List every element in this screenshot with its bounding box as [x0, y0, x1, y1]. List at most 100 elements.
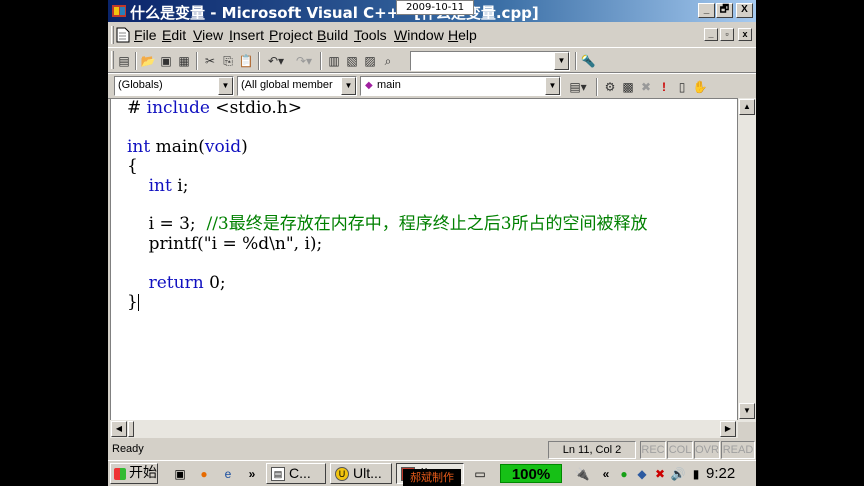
members-combo[interactable]: (All global member ▼ [237, 76, 357, 96]
scroll-thumb[interactable] [128, 421, 134, 437]
code-token: h [276, 98, 288, 118]
scroll-up-icon[interactable]: ▲ [739, 99, 755, 115]
code-token: n [274, 233, 286, 254]
volume-icon[interactable]: 🔊 [670, 466, 686, 482]
firefox-icon[interactable]: ● [196, 466, 212, 482]
code-line[interactable] [127, 254, 648, 273]
quicklaunch-more-icon[interactable]: » [244, 466, 260, 482]
zoom-percent[interactable]: 100% [500, 464, 562, 483]
tray-more-icon[interactable]: « [598, 466, 614, 482]
visual-cpp-icon[interactable] [111, 3, 127, 19]
document-icon: ▤ [271, 467, 285, 481]
ie-icon[interactable]: e [220, 466, 236, 482]
find-combo[interactable]: ▼ [410, 51, 570, 71]
code-token: main [155, 136, 199, 157]
paste-icon[interactable]: 📋 [238, 53, 254, 69]
menu-insert[interactable]: Insert [229, 27, 264, 43]
code-token: } [127, 291, 138, 312]
save-icon[interactable]: ▣ [158, 53, 174, 69]
code-line[interactable]: printf("i = %d\n", i); [127, 233, 648, 254]
execute-icon[interactable]: ! [656, 79, 672, 95]
code-line[interactable] [127, 118, 648, 137]
task-label-1: C... [289, 465, 311, 481]
function-combo[interactable]: ◆ main ▼ [360, 76, 561, 96]
breakpoint-hand-icon[interactable]: ✋ [692, 79, 708, 95]
code-line[interactable]: } [127, 291, 648, 312]
chevron-down-icon[interactable]: ▼ [545, 77, 560, 95]
code-content[interactable]: # include <stdio.h> int main(void){ int i… [127, 99, 648, 312]
mdi-minimize-button[interactable]: _ [704, 28, 718, 41]
keyword-token: void [204, 136, 242, 157]
mdi-close-button[interactable]: x [738, 28, 752, 41]
signal-icon[interactable]: ▮ [688, 466, 704, 482]
code-line[interactable]: int main(void) [127, 136, 648, 157]
menu-view[interactable]: View [193, 27, 223, 43]
find-icon[interactable]: 🔦 [580, 53, 596, 69]
code-line[interactable]: # include <stdio.h> [127, 99, 648, 118]
open-folder-icon[interactable]: 📂 [140, 53, 156, 69]
copy-icon[interactable]: ⎘ [220, 53, 236, 69]
code-line[interactable]: { [127, 156, 648, 176]
mdi-restore-button[interactable]: ▫ [720, 28, 734, 41]
save-all-icon[interactable]: ▦ [176, 53, 192, 69]
menu-window[interactable]: Window [394, 27, 444, 43]
menu-help[interactable]: Help [448, 27, 477, 43]
scroll-down-icon[interactable]: ▼ [739, 403, 755, 419]
menu-bar: File Edit View Insert Project Build Tool… [108, 24, 756, 46]
chevron-down-icon[interactable]: ▼ [218, 77, 233, 95]
menu-edit[interactable]: Edit [162, 27, 186, 43]
separator [135, 52, 137, 70]
menu-tools[interactable]: Tools [354, 27, 387, 43]
chevron-down-icon[interactable]: ▼ [341, 77, 356, 95]
compile-icon[interactable]: ⚙ [602, 79, 618, 95]
network-icon[interactable]: ● [616, 466, 632, 482]
keyword-token: return [148, 272, 204, 293]
plug-icon[interactable]: 🔌 [574, 466, 590, 482]
menu-project[interactable]: Project [269, 27, 313, 43]
stop-build-icon[interactable]: ✖ [638, 79, 654, 95]
horizontal-scrollbar[interactable]: ◀ ▶ [110, 420, 738, 438]
window-list-icon[interactable]: ▨ [362, 53, 378, 69]
task-button-2[interactable]: U Ult... [330, 463, 392, 484]
wizard-actions-icon[interactable]: ▤▾ [564, 79, 592, 95]
desktop-icon[interactable]: ▣ [172, 466, 188, 482]
code-line[interactable]: return 0; [127, 272, 648, 293]
shield-icon[interactable]: ◆ [634, 466, 650, 482]
document-icon[interactable] [116, 27, 130, 43]
toolbar-grip[interactable] [111, 51, 114, 69]
find-in-files-icon[interactable]: ⌕ [380, 53, 396, 69]
menu-file[interactable]: File [134, 27, 157, 43]
new-file-icon[interactable]: ▤ [116, 53, 132, 69]
col-indicator: COL [667, 441, 693, 459]
menu-build[interactable]: Build [317, 27, 348, 43]
task-button-1[interactable]: ▤ C... [266, 463, 326, 484]
build-icon[interactable]: ▩ [620, 79, 636, 95]
undo-icon[interactable]: ↶▾ [263, 53, 289, 69]
restore-button[interactable]: 🗗 [716, 3, 733, 18]
scroll-left-icon[interactable]: ◀ [111, 421, 127, 437]
scope-combo-value: (Globals) [118, 79, 163, 91]
workspace-icon[interactable]: ▥ [326, 53, 342, 69]
keyword-token: int [148, 175, 172, 196]
close-button[interactable]: X [736, 3, 753, 18]
go-icon[interactable]: ▯ [674, 79, 690, 95]
minimize-button[interactable]: _ [698, 3, 715, 18]
monitor-icon[interactable]: ▭ [472, 466, 488, 482]
output-icon[interactable]: ▧ [344, 53, 360, 69]
vertical-scrollbar[interactable]: ▲ ▼ [738, 98, 756, 422]
code-line[interactable]: int i; [127, 175, 648, 196]
menu-grip[interactable] [111, 26, 114, 44]
code-token: printf [148, 233, 198, 254]
cut-icon[interactable]: ✂ [202, 53, 218, 69]
code-editor[interactable]: # include <stdio.h> int main(void){ int i… [110, 98, 738, 422]
chevron-down-icon[interactable]: ▼ [554, 52, 569, 70]
scope-combo[interactable]: (Globals) ▼ [114, 76, 234, 96]
redo-icon[interactable]: ↷▾ [291, 53, 317, 69]
start-button[interactable]: 开始 [110, 463, 158, 484]
code-line[interactable]: i = 3; //3最终是存放在内存中，程序终止之后3所占的空间被释放 [127, 215, 648, 234]
taskbar: 开始 ▣ ● e » ▤ C... U Ult... // 郝斌制作 ▭ 100… [108, 460, 756, 486]
status-bar: Ready Ln 11, Col 2 REC COL OVR READ [108, 440, 756, 460]
scroll-right-icon[interactable]: ▶ [720, 421, 736, 437]
code-line[interactable] [127, 196, 648, 215]
alert-icon[interactable]: ✖ [652, 466, 668, 482]
